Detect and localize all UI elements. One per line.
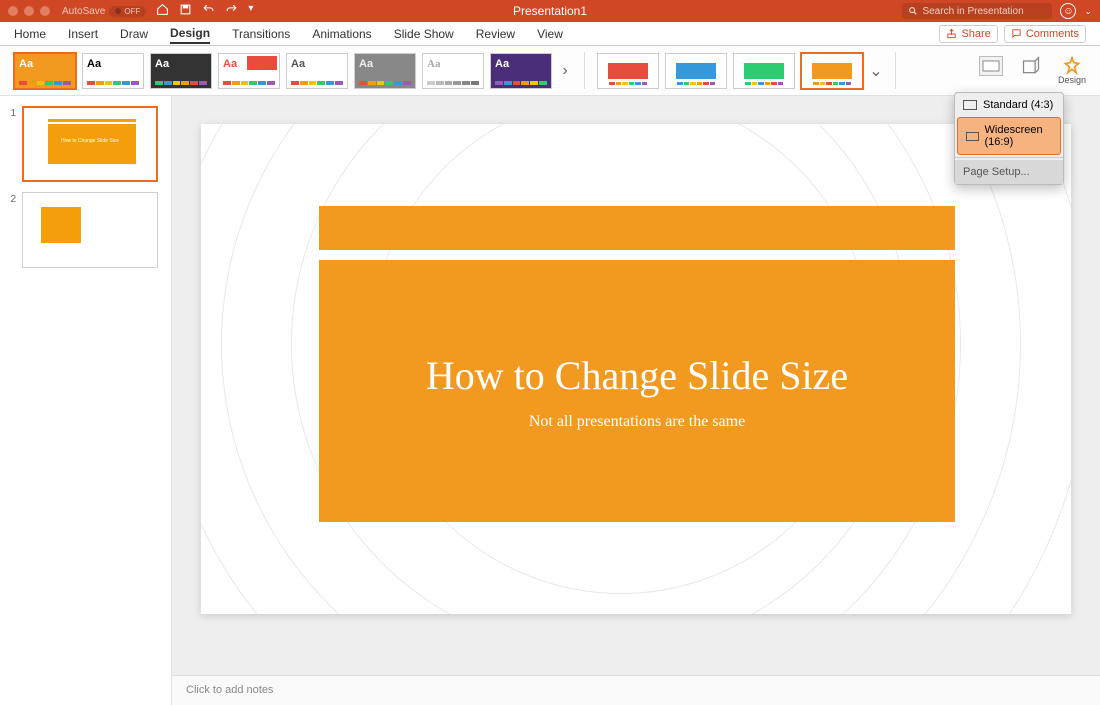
home-icon[interactable]: [156, 3, 169, 19]
document-title: Presentation1: [513, 4, 587, 18]
slide-size-button[interactable]: [978, 56, 1004, 76]
format-background-icon: [1019, 56, 1043, 76]
autosave-toggle[interactable]: AutoSave OFF: [62, 6, 146, 17]
save-icon[interactable]: [179, 3, 192, 19]
variants-more-button[interactable]: ⌄: [869, 61, 883, 81]
format-background-button[interactable]: [1018, 56, 1044, 76]
theme-thumb-5[interactable]: Aa: [286, 53, 348, 89]
comments-button[interactable]: Comments: [1004, 25, 1086, 43]
callout-body: How to Change Slide Size Not all present…: [319, 260, 955, 522]
thumb-number: 1: [6, 106, 16, 182]
variant-thumb-1[interactable]: [597, 53, 659, 89]
slide-size-widescreen[interactable]: Widescreen (16:9): [957, 117, 1061, 155]
theme-thumb-6[interactable]: Aa: [354, 53, 416, 89]
search-input[interactable]: Search in Presentation: [902, 3, 1052, 19]
redo-icon[interactable]: [225, 3, 238, 19]
separator: [584, 52, 585, 89]
ribbon-tabs: Home Insert Draw Design Transitions Anim…: [0, 22, 1100, 46]
theme-thumb-8[interactable]: Aa: [490, 53, 552, 89]
thumb-number: 2: [6, 192, 16, 268]
quick-access-toolbar: ▾: [156, 3, 253, 19]
variant-thumb-3[interactable]: [733, 53, 795, 89]
tab-transitions[interactable]: Transitions: [232, 25, 290, 43]
main-area: 1 How to Change Slide Size 2: [0, 96, 1100, 705]
titlebar-chevron-icon[interactable]: ⌄: [1084, 6, 1092, 17]
themes-more-button[interactable]: ›: [558, 62, 572, 80]
autosave-label: AutoSave: [62, 6, 105, 17]
comment-icon: [1011, 28, 1022, 39]
tab-draw[interactable]: Draw: [120, 25, 148, 43]
user-avatar[interactable]: ☺: [1060, 3, 1076, 19]
ribbon-design: Aa Aa Aa Aa Aa Aa Aa Aa › ⌄: [0, 46, 1100, 96]
undo-icon[interactable]: [202, 3, 215, 19]
slide-size-icon: [979, 56, 1003, 76]
theme-thumb-4[interactable]: Aa: [218, 53, 280, 89]
tab-slide-show[interactable]: Slide Show: [394, 25, 454, 43]
design-ideas-button[interactable]: Design Ideas: [1058, 56, 1086, 85]
search-placeholder: Search in Presentation: [922, 6, 1023, 17]
slide-subtitle[interactable]: Not all presentations are the same: [529, 413, 745, 431]
tab-review[interactable]: Review: [476, 25, 515, 43]
slide-canvas[interactable]: How to Change Slide Size Not all present…: [201, 124, 1071, 614]
share-button[interactable]: Share: [939, 25, 997, 43]
slide-title[interactable]: How to Change Slide Size: [426, 352, 848, 399]
editor-area: How to Change Slide Size Not all present…: [172, 96, 1100, 705]
tab-view[interactable]: View: [537, 25, 563, 43]
slide-thumbnails-panel: 1 How to Change Slide Size 2: [0, 96, 172, 705]
variant-thumb-2[interactable]: [665, 53, 727, 89]
minimize-icon[interactable]: [24, 6, 34, 16]
aspect-4-3-icon: [963, 100, 977, 110]
separator: [955, 157, 1063, 158]
qat-more-icon[interactable]: ▾: [248, 3, 253, 19]
title-callout[interactable]: How to Change Slide Size Not all present…: [319, 206, 955, 522]
design-ideas-icon: [1060, 56, 1084, 76]
autosave-state: OFF: [109, 6, 146, 17]
slide-size-dropdown: Standard (4:3) Widescreen (16:9) Page Se…: [954, 92, 1064, 185]
page-setup[interactable]: Page Setup...: [955, 160, 1063, 184]
titlebar: AutoSave OFF ▾ Presentation1 Search in P…: [0, 0, 1100, 22]
close-icon[interactable]: [8, 6, 18, 16]
tab-animations[interactable]: Animations: [312, 25, 371, 43]
aspect-16-9-icon: [966, 132, 979, 141]
window-controls[interactable]: [8, 6, 50, 16]
separator: [895, 52, 896, 89]
tab-design[interactable]: Design: [170, 24, 210, 44]
theme-thumb-2[interactable]: Aa: [82, 53, 144, 89]
slide-thumbnail-2[interactable]: [22, 192, 158, 268]
tab-insert[interactable]: Insert: [68, 25, 98, 43]
search-icon: [908, 6, 918, 16]
theme-thumb-3[interactable]: Aa: [150, 53, 212, 89]
share-icon: [946, 28, 957, 39]
slide-thumbnail-1[interactable]: How to Change Slide Size: [22, 106, 158, 182]
notes-placeholder: Click to add notes: [186, 684, 273, 696]
notes-pane[interactable]: Click to add notes: [172, 675, 1100, 705]
zoom-icon[interactable]: [40, 6, 50, 16]
theme-thumb-7[interactable]: Aa: [422, 53, 484, 89]
theme-thumb-1[interactable]: Aa: [14, 53, 76, 89]
callout-topbar: [319, 206, 955, 250]
slide-size-standard[interactable]: Standard (4:3): [955, 93, 1063, 117]
variant-thumb-4[interactable]: [801, 53, 863, 89]
tab-home[interactable]: Home: [14, 25, 46, 43]
